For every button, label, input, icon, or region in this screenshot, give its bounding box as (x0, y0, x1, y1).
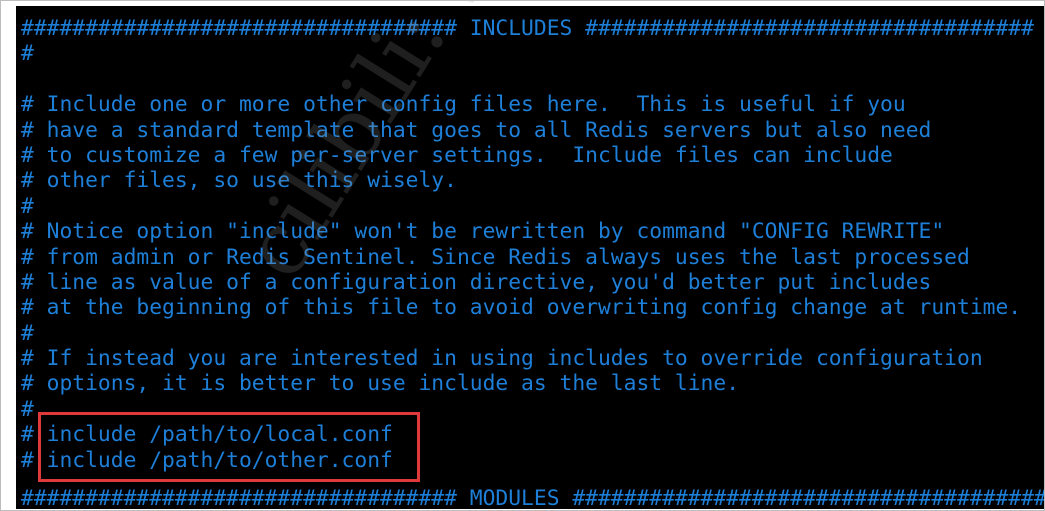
comment-line: # (21, 193, 34, 219)
comment-line: # (21, 396, 34, 422)
comment-line: # have a standard template that goes to … (21, 117, 932, 143)
comment-line: # options, it is better to use include a… (21, 371, 740, 397)
includes-section-header: ################################## INCLU… (21, 16, 1034, 41)
comment-line: # (21, 41, 34, 67)
terminal-window: ################################## INCLU… (16, 6, 1044, 509)
screenshot-frame: ################################## INCLU… (0, 0, 1045, 511)
comment-line: # other files, so use this wisely. (21, 168, 457, 194)
comment-line: # Include one or more other config files… (21, 92, 906, 118)
include-local-conf-line: # include /path/to/local.conf (21, 422, 393, 448)
comment-line: # line as value of a configuration direc… (21, 269, 932, 295)
comment-line: # from admin or Redis Sentinel. Since Re… (21, 244, 970, 270)
comment-line: # Notice option "include" won't be rewri… (21, 219, 945, 245)
comment-line: # If instead you are interested in using… (21, 346, 983, 372)
config-file-text: ################################## INCLU… (21, 16, 1034, 473)
comment-line: # to customize a few per-server settings… (21, 142, 893, 168)
modules-section-header-partial: ################################## MODUL… (21, 486, 1044, 509)
comment-line: # (21, 320, 34, 346)
include-other-conf-line: # include /path/to/other.conf (21, 447, 393, 473)
comment-line: # at the beginning of this file to avoid… (21, 295, 1022, 321)
